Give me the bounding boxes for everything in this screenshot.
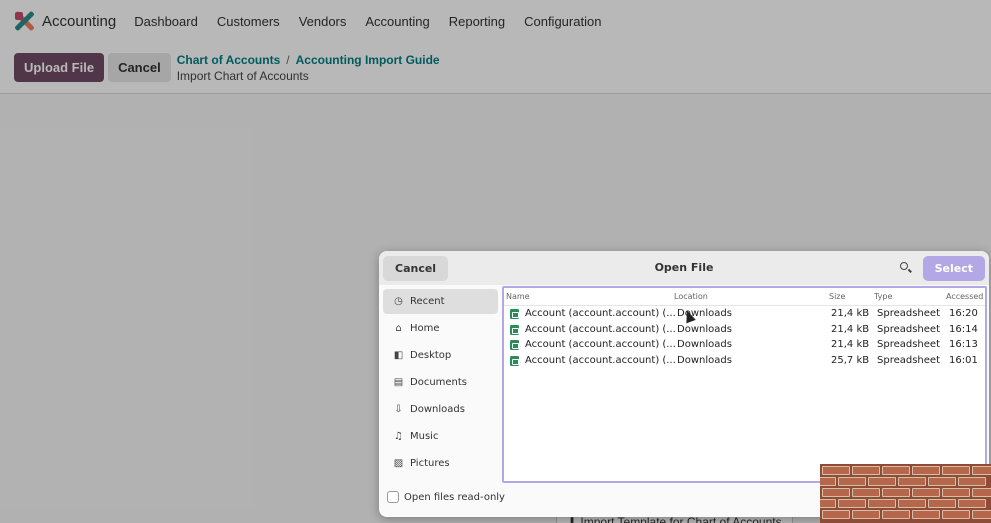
clock-icon: ◷ — [394, 296, 403, 307]
column-name[interactable]: Name — [506, 292, 530, 301]
webcam-overlay — [820, 464, 991, 523]
file-list-header: Name Location Size Type Accessed — [504, 288, 985, 306]
file-size: 25,7 kB — [831, 354, 870, 366]
home-icon: ⌂ — [395, 323, 402, 334]
place-label: Downloads — [410, 404, 465, 415]
place-label: Home — [410, 323, 440, 334]
file-type: Spreadsheet — [877, 354, 940, 366]
file-accessed: 16:20 — [949, 308, 978, 319]
readonly-label: Open files read-only — [404, 491, 505, 503]
column-size[interactable]: Size — [829, 292, 845, 301]
file-location: Downloads — [677, 339, 732, 350]
file-size: 21,4 kB — [831, 339, 870, 350]
place-music[interactable]: ♫ Music — [383, 424, 498, 449]
places-sidebar: ◷ Recent ⌂ Home ◧ Desktop ▤ Documents ⇩ … — [379, 285, 505, 517]
dialog-cancel-button[interactable]: Cancel — [383, 255, 449, 281]
file-name: Account (account.account) (... — [525, 323, 676, 335]
place-label: Desktop — [410, 350, 452, 361]
readonly-checkbox[interactable] — [387, 491, 399, 503]
readonly-option[interactable]: Open files read-only — [387, 491, 505, 503]
file-row[interactable]: Account (account.account) (... Downloads… — [504, 306, 985, 322]
place-label: Documents — [410, 377, 468, 388]
desktop-icon: ◧ — [393, 350, 404, 361]
file-accessed: 16:13 — [949, 339, 978, 350]
column-location[interactable]: Location — [674, 292, 708, 301]
file-name: Account (account.account) (... — [525, 354, 676, 366]
place-documents[interactable]: ▤ Documents — [383, 370, 498, 395]
place-label: Pictures — [410, 458, 450, 469]
download-icon: ⇩ — [394, 404, 403, 415]
column-accessed[interactable]: Accessed — [946, 292, 983, 301]
file-size: 21,4 kB — [831, 308, 870, 319]
dialog-header: Cancel Select — [379, 251, 989, 285]
file-list[interactable]: Name Location Size Type Accessed Account… — [502, 286, 987, 483]
file-name: Account (account.account) (... — [525, 339, 676, 350]
file-row[interactable]: Account (account.account) (... Downloads… — [504, 353, 985, 369]
place-downloads[interactable]: ⇩ Downloads — [383, 397, 498, 422]
file-accessed: 16:14 — [949, 323, 978, 335]
place-label: Recent — [410, 296, 445, 307]
select-button[interactable]: Select — [922, 255, 985, 281]
spreadsheet-icon — [510, 340, 519, 350]
file-location: Downloads — [677, 323, 732, 335]
file-row[interactable]: Account (account.account) (... Downloads… — [504, 337, 985, 353]
spreadsheet-icon — [510, 355, 519, 366]
file-accessed: 16:01 — [949, 354, 978, 366]
picture-icon: ▨ — [393, 458, 404, 469]
place-recent[interactable]: ◷ Recent — [383, 289, 498, 314]
file-type: Spreadsheet — [877, 308, 940, 319]
place-pictures[interactable]: ▨ Pictures — [383, 451, 498, 476]
place-home[interactable]: ⌂ Home — [383, 316, 498, 341]
file-location: Downloads — [677, 354, 732, 366]
spreadsheet-icon — [510, 324, 519, 335]
search-icon[interactable] — [899, 261, 913, 275]
file-row[interactable]: Account (account.account) (... Downloads… — [504, 322, 985, 338]
place-label: Music — [410, 431, 439, 442]
file-size: 21,4 kB — [831, 323, 870, 335]
file-type: Spreadsheet — [877, 339, 940, 350]
file-type: Spreadsheet — [877, 323, 940, 335]
column-type[interactable]: Type — [874, 292, 892, 301]
music-icon: ♫ — [394, 431, 403, 442]
document-icon: ▤ — [393, 377, 404, 388]
place-desktop[interactable]: ◧ Desktop — [383, 343, 498, 368]
file-name: Account (account.account) (... — [525, 308, 676, 319]
spreadsheet-icon — [510, 309, 519, 319]
